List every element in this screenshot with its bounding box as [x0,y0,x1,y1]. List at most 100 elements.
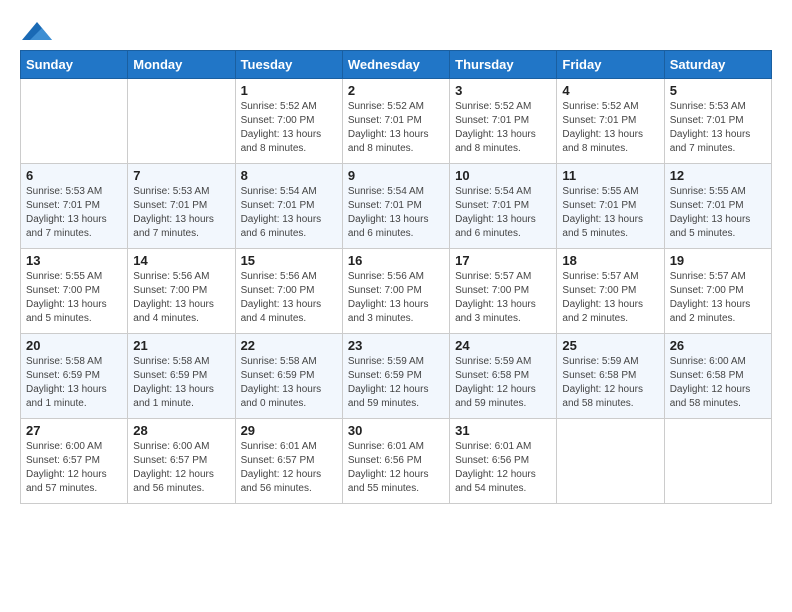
day-info: Sunrise: 6:00 AM Sunset: 6:58 PM Dayligh… [670,355,766,411]
calendar-cell: 1 Sunrise: 5:52 AM Sunset: 7:00 PM Daylig… [235,79,342,164]
day-header-tuesday: Tuesday [235,51,342,79]
day-number: 10 [455,168,551,183]
day-number: 19 [670,253,766,268]
day-info: Sunrise: 5:56 AM Sunset: 7:00 PM Dayligh… [241,270,337,326]
day-info: Sunrise: 6:00 AM Sunset: 6:57 PM Dayligh… [26,440,122,496]
calendar-cell: 31 Sunrise: 6:01 AM Sunset: 6:56 PM Dayli… [450,419,557,504]
day-info: Sunrise: 5:56 AM Sunset: 7:00 PM Dayligh… [348,270,444,326]
calendar-cell: 19 Sunrise: 5:57 AM Sunset: 7:00 PM Dayli… [664,249,771,334]
day-number: 21 [133,338,229,353]
calendar-cell [21,79,128,164]
day-info: Sunrise: 5:59 AM Sunset: 6:59 PM Dayligh… [348,355,444,411]
day-number: 6 [26,168,122,183]
day-info: Sunrise: 5:52 AM Sunset: 7:01 PM Dayligh… [348,100,444,156]
day-number: 13 [26,253,122,268]
calendar-cell: 24 Sunrise: 5:59 AM Sunset: 6:58 PM Dayli… [450,334,557,419]
calendar-cell: 14 Sunrise: 5:56 AM Sunset: 7:00 PM Dayli… [128,249,235,334]
day-info: Sunrise: 5:58 AM Sunset: 6:59 PM Dayligh… [26,355,122,411]
day-header-friday: Friday [557,51,664,79]
calendar-cell: 15 Sunrise: 5:56 AM Sunset: 7:00 PM Dayli… [235,249,342,334]
day-number: 25 [562,338,658,353]
day-number: 15 [241,253,337,268]
logo-icon [22,20,52,44]
day-info: Sunrise: 5:55 AM Sunset: 7:01 PM Dayligh… [562,185,658,241]
calendar-cell: 9 Sunrise: 5:54 AM Sunset: 7:01 PM Daylig… [342,164,449,249]
day-info: Sunrise: 5:54 AM Sunset: 7:01 PM Dayligh… [455,185,551,241]
day-header-sunday: Sunday [21,51,128,79]
day-number: 9 [348,168,444,183]
day-number: 31 [455,423,551,438]
day-number: 27 [26,423,122,438]
week-row-3: 13 Sunrise: 5:55 AM Sunset: 7:00 PM Dayli… [21,249,772,334]
calendar-cell: 13 Sunrise: 5:55 AM Sunset: 7:00 PM Dayli… [21,249,128,334]
day-info: Sunrise: 5:52 AM Sunset: 7:00 PM Dayligh… [241,100,337,156]
calendar-cell: 4Sunrise: 5:52 AM Sunset: 7:01 PM Daylig… [557,79,664,164]
day-number: 11 [562,168,658,183]
calendar-cell: 3 Sunrise: 5:52 AM Sunset: 7:01 PM Daylig… [450,79,557,164]
calendar-cell [128,79,235,164]
day-info: Sunrise: 6:01 AM Sunset: 6:56 PM Dayligh… [348,440,444,496]
calendar-cell: 12 Sunrise: 5:55 AM Sunset: 7:01 PM Dayli… [664,164,771,249]
calendar-header-row: SundayMondayTuesdayWednesdayThursdayFrid… [21,51,772,79]
day-info: Sunrise: 5:59 AM Sunset: 6:58 PM Dayligh… [562,355,658,411]
logo [20,20,52,40]
day-info: Sunrise: 5:56 AM Sunset: 7:00 PM Dayligh… [133,270,229,326]
day-info: Sunrise: 5:54 AM Sunset: 7:01 PM Dayligh… [241,185,337,241]
day-info: Sunrise: 5:55 AM Sunset: 7:00 PM Dayligh… [26,270,122,326]
day-number: 14 [133,253,229,268]
calendar-cell: 30 Sunrise: 6:01 AM Sunset: 6:56 PM Dayli… [342,419,449,504]
calendar-cell: 2 Sunrise: 5:52 AM Sunset: 7:01 PM Daylig… [342,79,449,164]
day-info: Sunrise: 5:54 AM Sunset: 7:01 PM Dayligh… [348,185,444,241]
day-info: Sunrise: 6:01 AM Sunset: 6:57 PM Dayligh… [241,440,337,496]
day-number: 18 [562,253,658,268]
day-header-wednesday: Wednesday [342,51,449,79]
calendar-cell: 10 Sunrise: 5:54 AM Sunset: 7:01 PM Dayli… [450,164,557,249]
day-number: 24 [455,338,551,353]
calendar-cell: 28 Sunrise: 6:00 AM Sunset: 6:57 PM Dayli… [128,419,235,504]
day-number: 16 [348,253,444,268]
day-info: Sunrise: 5:57 AM Sunset: 7:00 PM Dayligh… [455,270,551,326]
week-row-5: 27 Sunrise: 6:00 AM Sunset: 6:57 PM Dayli… [21,419,772,504]
calendar-cell: 23 Sunrise: 5:59 AM Sunset: 6:59 PM Dayli… [342,334,449,419]
calendar-cell: 11 Sunrise: 5:55 AM Sunset: 7:01 PM Dayli… [557,164,664,249]
calendar-cell: 17 Sunrise: 5:57 AM Sunset: 7:00 PM Dayli… [450,249,557,334]
day-info: Sunrise: 6:00 AM Sunset: 6:57 PM Dayligh… [133,440,229,496]
calendar-cell: 18Sunrise: 5:57 AM Sunset: 7:00 PM Dayli… [557,249,664,334]
calendar-cell: 8Sunrise: 5:54 AM Sunset: 7:01 PM Daylig… [235,164,342,249]
day-number: 30 [348,423,444,438]
day-info: Sunrise: 5:53 AM Sunset: 7:01 PM Dayligh… [670,100,766,156]
day-info: Sunrise: 6:01 AM Sunset: 6:56 PM Dayligh… [455,440,551,496]
calendar-cell: 16 Sunrise: 5:56 AM Sunset: 7:00 PM Dayli… [342,249,449,334]
calendar-cell: 7Sunrise: 5:53 AM Sunset: 7:01 PM Daylig… [128,164,235,249]
day-number: 26 [670,338,766,353]
day-number: 17 [455,253,551,268]
day-number: 22 [241,338,337,353]
day-info: Sunrise: 5:52 AM Sunset: 7:01 PM Dayligh… [455,100,551,156]
day-info: Sunrise: 5:57 AM Sunset: 7:00 PM Dayligh… [670,270,766,326]
day-info: Sunrise: 5:55 AM Sunset: 7:01 PM Dayligh… [670,185,766,241]
day-number: 23 [348,338,444,353]
day-info: Sunrise: 5:59 AM Sunset: 6:58 PM Dayligh… [455,355,551,411]
calendar-cell: 22Sunrise: 5:58 AM Sunset: 6:59 PM Dayli… [235,334,342,419]
calendar-table: SundayMondayTuesdayWednesdayThursdayFrid… [20,50,772,504]
calendar-cell [557,419,664,504]
day-header-monday: Monday [128,51,235,79]
calendar-cell: 26 Sunrise: 6:00 AM Sunset: 6:58 PM Dayli… [664,334,771,419]
day-number: 3 [455,83,551,98]
week-row-1: 1 Sunrise: 5:52 AM Sunset: 7:00 PM Daylig… [21,79,772,164]
day-number: 1 [241,83,337,98]
day-number: 2 [348,83,444,98]
calendar-cell: 21 Sunrise: 5:58 AM Sunset: 6:59 PM Dayli… [128,334,235,419]
day-number: 5 [670,83,766,98]
calendar-cell: 27 Sunrise: 6:00 AM Sunset: 6:57 PM Dayli… [21,419,128,504]
week-row-2: 6Sunrise: 5:53 AM Sunset: 7:01 PM Daylig… [21,164,772,249]
page-header [20,20,772,40]
week-row-4: 20 Sunrise: 5:58 AM Sunset: 6:59 PM Dayli… [21,334,772,419]
day-info: Sunrise: 5:58 AM Sunset: 6:59 PM Dayligh… [133,355,229,411]
day-number: 28 [133,423,229,438]
day-number: 12 [670,168,766,183]
day-number: 20 [26,338,122,353]
calendar-cell: 5 Sunrise: 5:53 AM Sunset: 7:01 PM Daylig… [664,79,771,164]
day-header-saturday: Saturday [664,51,771,79]
calendar-cell: 25 Sunrise: 5:59 AM Sunset: 6:58 PM Dayli… [557,334,664,419]
